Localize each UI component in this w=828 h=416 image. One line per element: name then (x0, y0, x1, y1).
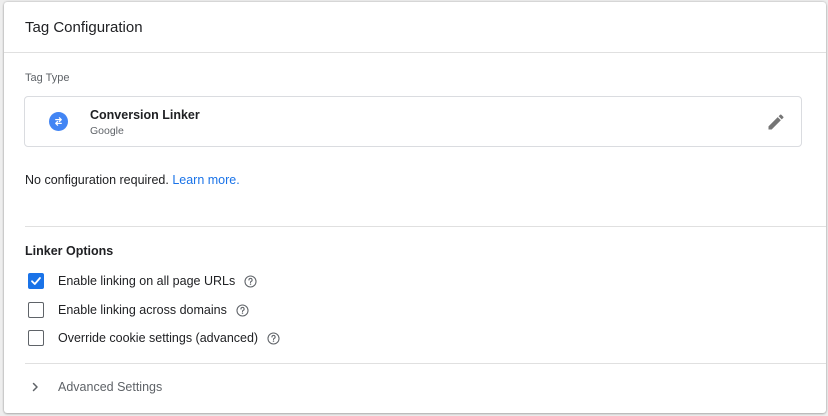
checkbox-override-cookie-settings[interactable] (28, 330, 44, 346)
tag-vendor: Google (90, 125, 124, 137)
section-divider (25, 226, 826, 227)
chevron-right-icon (32, 382, 38, 392)
option-link-all-page-urls[interactable]: Enable linking on all page URLs (28, 272, 257, 290)
panel-title: Tag Configuration (25, 18, 143, 36)
checkbox-link-all-page-urls[interactable] (28, 273, 44, 289)
option-label: Enable linking on all page URLs (58, 274, 236, 288)
help-icon[interactable] (244, 274, 257, 288)
tag-name: Conversion Linker (90, 108, 200, 122)
option-label: Override cookie settings (advanced) (58, 331, 259, 345)
config-note: No configuration required. Learn more. (25, 173, 240, 187)
panel-header: Tag Configuration (4, 2, 826, 53)
learn-more-link[interactable]: Learn more. (172, 173, 239, 187)
config-note-text: No configuration required. (25, 173, 169, 187)
conversion-linker-icon (49, 112, 68, 131)
checkmark-icon (31, 277, 41, 285)
checkbox-link-across-domains[interactable] (28, 302, 44, 318)
tag-type-card[interactable]: Conversion Linker Google (24, 96, 802, 147)
advanced-settings-label: Advanced Settings (58, 380, 163, 394)
edit-pencil-icon[interactable] (766, 112, 786, 132)
help-icon[interactable] (267, 331, 280, 345)
tag-type-label: Tag Type (25, 72, 70, 84)
section-divider (25, 363, 826, 364)
advanced-settings-toggle[interactable]: Advanced Settings (29, 378, 162, 396)
tag-configuration-panel: Tag Configuration Tag Type Conversion Li… (4, 2, 826, 413)
option-override-cookie-settings[interactable]: Override cookie settings (advanced) (28, 329, 280, 347)
linker-options-title: Linker Options (25, 244, 114, 258)
swap-arrows-icon (55, 117, 62, 126)
option-link-across-domains[interactable]: Enable linking across domains (28, 301, 249, 319)
option-label: Enable linking across domains (58, 303, 227, 317)
help-icon[interactable] (236, 303, 249, 317)
